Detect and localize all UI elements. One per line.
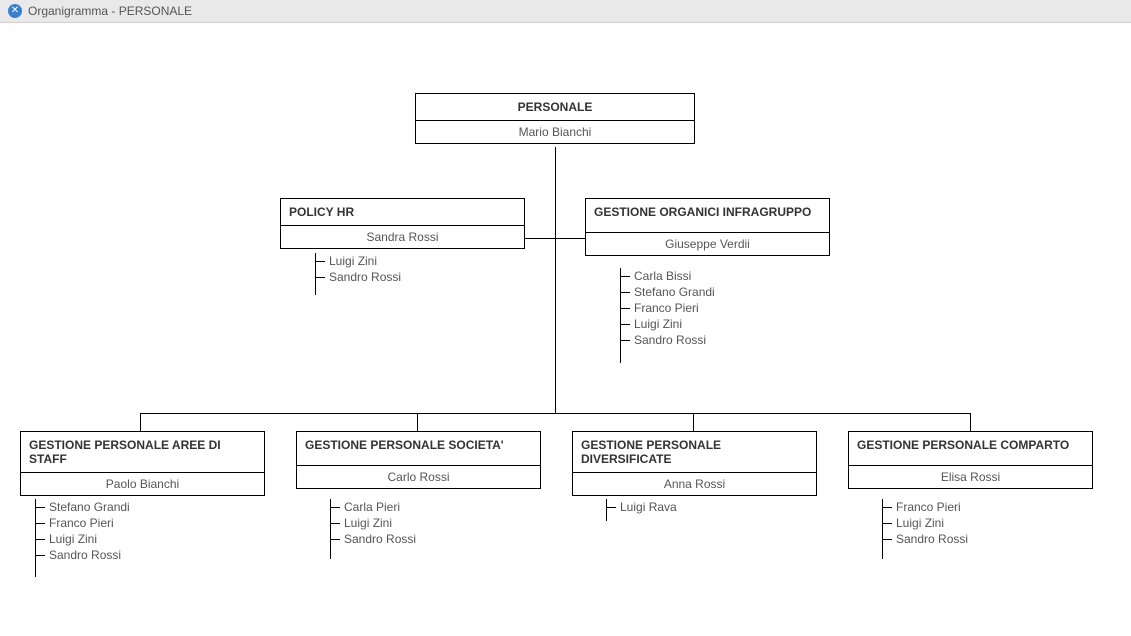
staff-item: Stefano Grandi: [634, 284, 840, 300]
staff-aree-di-staff: Stefano Grandi Franco Pieri Luigi Zini S…: [35, 499, 255, 563]
node-title: GESTIONE PERSONALE COMPARTO: [849, 432, 1092, 466]
node-gestione-organici: GESTIONE ORGANICI INFRAGRUPPO Giuseppe V…: [585, 198, 830, 256]
staff-item: Luigi Zini: [49, 531, 255, 547]
window-titlebar: ✕ Organigramma - PERSONALE: [0, 0, 1131, 23]
staff-item: Sandro Rossi: [634, 332, 840, 348]
staff-diversificate: Luigi Rava: [606, 499, 826, 515]
staff-item: Luigi Zini: [329, 253, 515, 269]
connector: [140, 413, 141, 431]
node-title: GESTIONE PERSONALE DIVERSIFICATE: [573, 432, 816, 473]
org-chart-canvas: PERSONALE Mario Bianchi POLICY HR Sandra…: [0, 23, 1131, 633]
node-diversificate: GESTIONE PERSONALE DIVERSIFICATE Anna Ro…: [572, 431, 817, 496]
node-root-title: PERSONALE: [416, 94, 694, 121]
connector: [555, 147, 556, 413]
staff-policy-hr: Luigi Zini Sandro Rossi: [315, 253, 515, 285]
staff-item: Sandro Rossi: [49, 547, 255, 563]
window-title: Organigramma - PERSONALE: [28, 4, 192, 18]
node-root-owner: Mario Bianchi: [416, 121, 694, 143]
node-owner: Paolo Bianchi: [21, 473, 264, 495]
staff-item: Franco Pieri: [634, 300, 840, 316]
connector: [555, 238, 585, 239]
connector: [140, 413, 970, 414]
connector: [693, 413, 694, 431]
connector: [970, 413, 971, 431]
staff-item: Sandro Rossi: [896, 531, 1102, 547]
staff-item: Luigi Rava: [620, 499, 826, 515]
staff-gestione-organici: Carla Bissi Stefano Grandi Franco Pieri …: [620, 268, 840, 348]
node-policy-hr-owner: Sandra Rossi: [281, 226, 524, 248]
connector: [525, 238, 555, 239]
node-root: PERSONALE Mario Bianchi: [415, 93, 695, 144]
node-title: GESTIONE PERSONALE SOCIETA': [297, 432, 540, 466]
node-owner: Anna Rossi: [573, 473, 816, 495]
node-comparto: GESTIONE PERSONALE COMPARTO Elisa Rossi: [848, 431, 1093, 489]
staff-item: Luigi Zini: [344, 515, 550, 531]
connector: [417, 413, 418, 431]
staff-comparto: Franco Pieri Luigi Zini Sandro Rossi: [882, 499, 1102, 547]
node-title: GESTIONE PERSONALE AREE DI STAFF: [21, 432, 264, 473]
staff-item: Franco Pieri: [896, 499, 1102, 515]
node-societa: GESTIONE PERSONALE SOCIETA' Carlo Rossi: [296, 431, 541, 489]
staff-item: Carla Pieri: [344, 499, 550, 515]
staff-item: Sandro Rossi: [329, 269, 515, 285]
node-owner: Carlo Rossi: [297, 466, 540, 488]
node-gestione-organici-owner: Giuseppe Verdii: [586, 233, 829, 255]
staff-item: Carla Bissi: [634, 268, 840, 284]
node-policy-hr-title: POLICY HR: [281, 199, 524, 226]
staff-item: Luigi Zini: [896, 515, 1102, 531]
node-aree-di-staff: GESTIONE PERSONALE AREE DI STAFF Paolo B…: [20, 431, 265, 496]
staff-item: Luigi Zini: [634, 316, 840, 332]
staff-item: Sandro Rossi: [344, 531, 550, 547]
node-policy-hr: POLICY HR Sandra Rossi: [280, 198, 525, 249]
staff-item: Stefano Grandi: [49, 499, 255, 515]
close-icon[interactable]: ✕: [8, 4, 22, 18]
node-owner: Elisa Rossi: [849, 466, 1092, 488]
node-gestione-organici-title: GESTIONE ORGANICI INFRAGRUPPO: [586, 199, 829, 233]
staff-item: Franco Pieri: [49, 515, 255, 531]
staff-societa: Carla Pieri Luigi Zini Sandro Rossi: [330, 499, 550, 547]
